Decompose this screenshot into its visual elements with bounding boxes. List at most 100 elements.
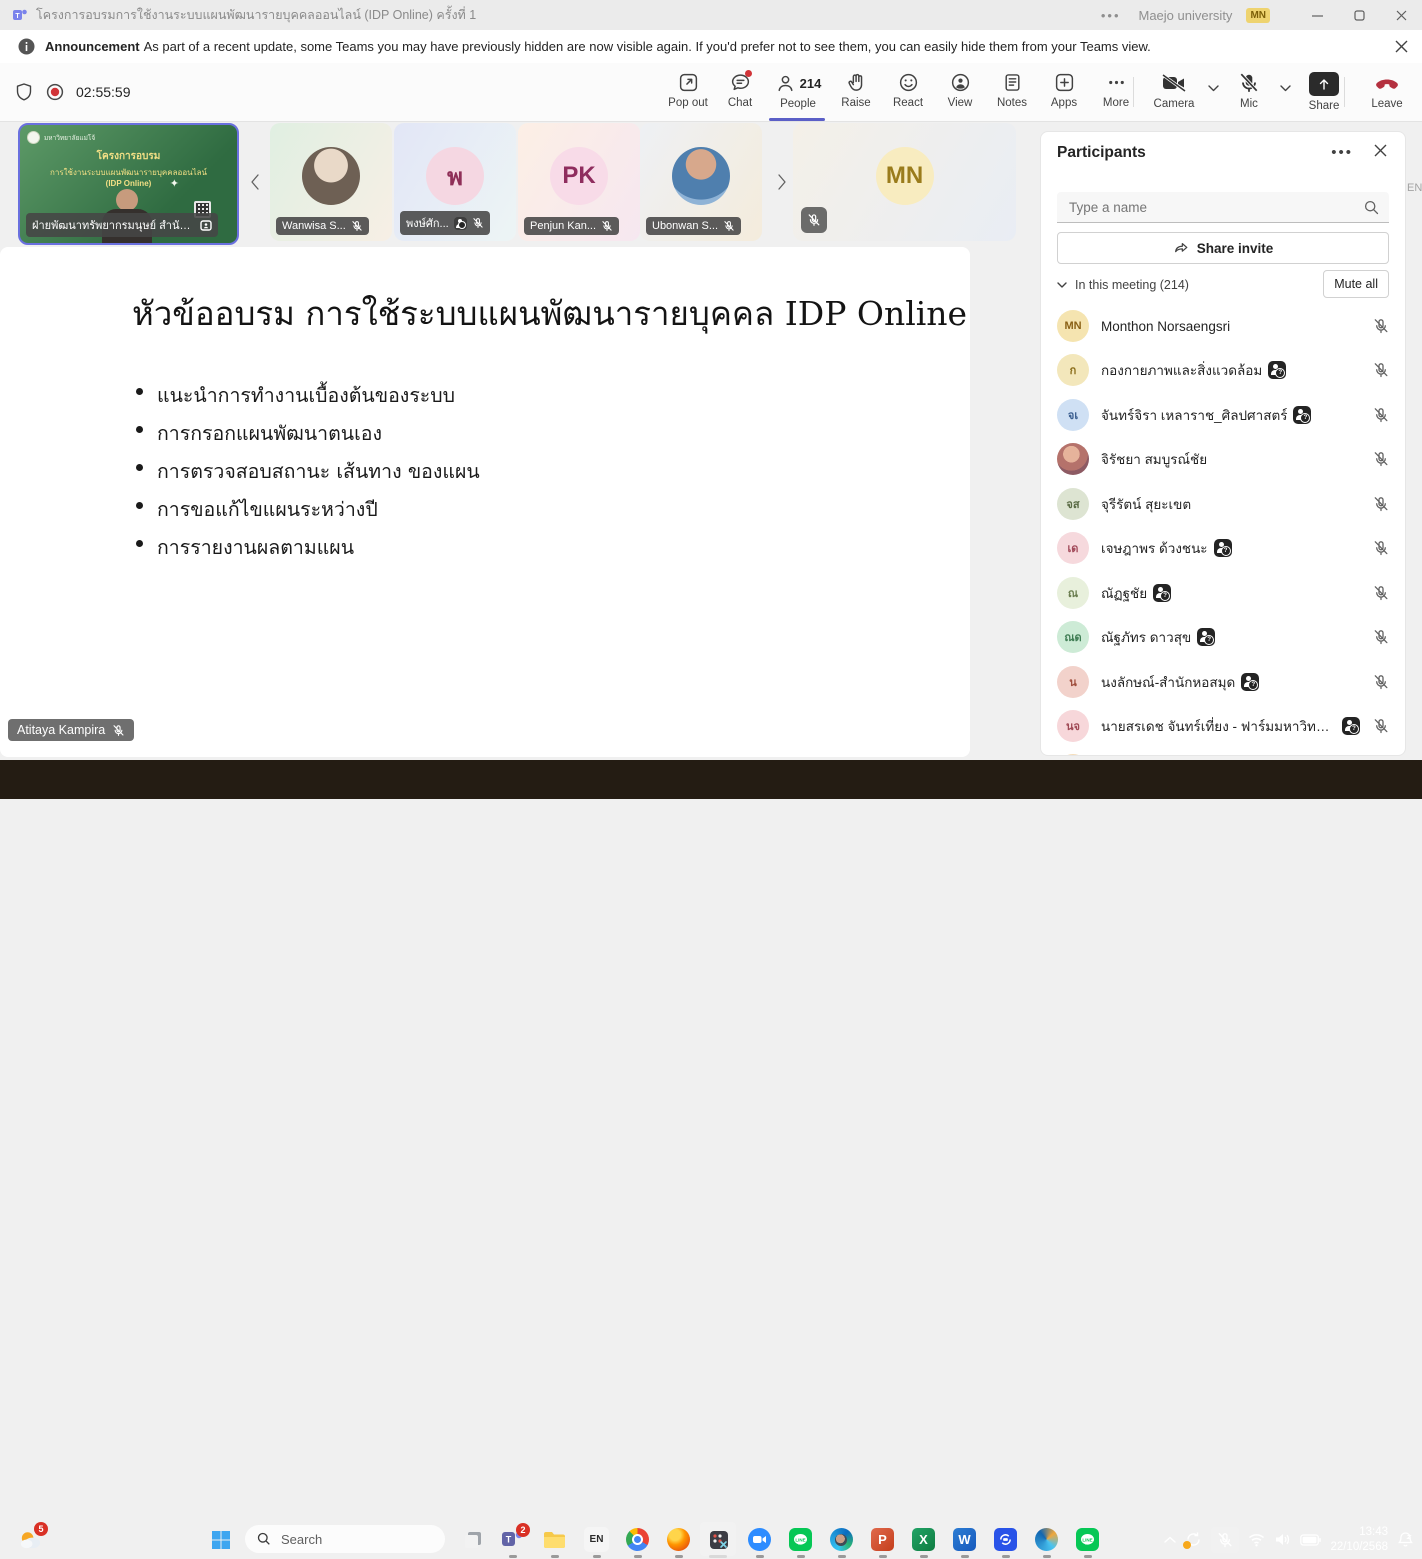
university-name: มหาวิทยาลัยแม่โจ้ xyxy=(44,133,95,143)
avatar-initials: PK xyxy=(550,147,608,205)
popout-icon xyxy=(678,72,699,93)
participant-name: Monthon Norsaengsri xyxy=(1101,319,1230,334)
taskbar-search[interactable] xyxy=(245,1525,445,1553)
chat-button[interactable]: Chat xyxy=(714,63,766,121)
tray-notification-bell-icon[interactable] xyxy=(1397,1531,1414,1548)
more-button[interactable]: More xyxy=(1090,63,1142,121)
unverified-user-icon: ? xyxy=(1214,539,1232,557)
panel-more-icon[interactable]: ••• xyxy=(1331,144,1353,161)
weather-widget-icon[interactable]: 5 xyxy=(18,1527,43,1552)
leave-button[interactable]: Leave xyxy=(1358,63,1416,121)
participant-name: กองกายภาพและสิ่งแวดล้อม xyxy=(1101,359,1262,381)
participant-mic-muted-icon[interactable] xyxy=(1373,407,1389,423)
endnote-app-icon[interactable]: EN xyxy=(584,1527,609,1552)
security-shield-icon[interactable] xyxy=(14,82,34,102)
unverified-user-icon: ? xyxy=(1268,361,1286,379)
running-indicator xyxy=(593,1555,601,1558)
minimize-button[interactable] xyxy=(1296,0,1338,30)
participant-mic-muted-icon[interactable] xyxy=(1373,496,1389,512)
teams-taskbar-icon[interactable]: T 2 xyxy=(500,1527,525,1552)
participant-mic-muted-icon[interactable] xyxy=(1373,540,1389,556)
apps-button[interactable]: Apps xyxy=(1038,63,1090,121)
react-button[interactable]: React xyxy=(882,63,934,121)
edge-icon[interactable] xyxy=(1034,1527,1059,1552)
participant-row[interactable]: ก กองกายภาพและสิ่งแวดล้อม ? xyxy=(1041,348,1406,392)
firefox-icon[interactable] xyxy=(666,1527,691,1552)
participant-mic-muted-icon[interactable] xyxy=(1373,585,1389,601)
task-view-icon[interactable] xyxy=(460,1527,485,1552)
word-icon[interactable]: W xyxy=(952,1527,977,1552)
participant-row[interactable]: MN Monthon Norsaengsri xyxy=(1041,304,1406,348)
snipping-tool-icon[interactable] xyxy=(706,1527,731,1552)
tray-volume-icon[interactable] xyxy=(1274,1532,1291,1547)
in-this-meeting-section[interactable]: In this meeting (214) xyxy=(1057,278,1189,292)
panel-close-icon[interactable] xyxy=(1374,144,1387,157)
avatar-photo xyxy=(302,147,360,205)
video-tile-wanwisa[interactable]: Wanwisa S... xyxy=(270,123,392,241)
remote-sync-app-icon[interactable] xyxy=(993,1527,1018,1552)
tray-wifi-icon[interactable] xyxy=(1248,1533,1265,1547)
share-invite-button[interactable]: Share invite xyxy=(1057,232,1389,264)
filmstrip-prev-icon[interactable] xyxy=(244,168,266,196)
filmstrip-next-icon[interactable] xyxy=(771,168,793,196)
participant-name: เจษฎาพร ด้วงชนะ xyxy=(1101,537,1208,559)
titlebar-overflow-icon[interactable]: ••• xyxy=(1101,8,1121,23)
participant-mic-muted-icon[interactable] xyxy=(1373,362,1389,378)
tray-mic-muted-icon[interactable] xyxy=(1211,1527,1239,1553)
powerpoint-icon[interactable]: P xyxy=(870,1527,895,1552)
participant-row[interactable]: จิรัชยา สมบูรณ์ชัย xyxy=(1041,437,1406,481)
line-app-icon[interactable]: LINE xyxy=(788,1527,813,1552)
slide-bullet: การรายงานผลตามแผน xyxy=(136,532,354,563)
participant-mic-muted-icon[interactable] xyxy=(1373,629,1389,645)
excel-icon[interactable]: X xyxy=(911,1527,936,1552)
self-mic-muted-badge xyxy=(801,207,827,233)
popout-button[interactable]: Pop out xyxy=(662,63,714,121)
participant-row[interactable]: จเ จันทร์จิรา เหลาราช_ศิลปศาสตร์ ? xyxy=(1041,393,1406,437)
participant-mic-muted-icon[interactable] xyxy=(1373,318,1389,334)
view-button[interactable]: View xyxy=(934,63,986,121)
mic-options-chevron-icon[interactable] xyxy=(1274,63,1296,92)
participant-row[interactable]: น นงลักษณ์-สำนักหอสมุด ? xyxy=(1041,660,1406,704)
start-button[interactable] xyxy=(208,1527,233,1552)
panel-title: Participants xyxy=(1057,144,1146,162)
notes-button[interactable]: Notes xyxy=(986,63,1038,121)
maximize-button[interactable] xyxy=(1338,0,1380,30)
participant-name: จิรัชยา สมบูรณ์ชัย xyxy=(1101,448,1207,470)
tray-expand-chevron-icon[interactable] xyxy=(1164,1536,1176,1544)
participant-row[interactable]: จส จุรีรัตน์ สุยะเขต xyxy=(1041,482,1406,526)
participant-row[interactable]: เด เจษฎาพร ด้วงชนะ ? xyxy=(1041,526,1406,570)
people-button[interactable]: 214 People xyxy=(766,63,830,121)
video-tile-penjun[interactable]: PK Penjun Kan... xyxy=(518,123,640,241)
video-tile-self[interactable]: MN xyxy=(793,123,1016,241)
participant-mic-muted-icon[interactable] xyxy=(1373,451,1389,467)
participant-mic-muted-icon[interactable] xyxy=(1373,674,1389,690)
tray-sync-icon[interactable] xyxy=(1185,1531,1202,1548)
tray-clock[interactable]: 13:43 22/10/2568 xyxy=(1330,1525,1388,1555)
participant-row[interactable]: ณ ณัฏฐชัย ? xyxy=(1041,571,1406,615)
participant-mic-muted-icon[interactable] xyxy=(1373,718,1389,734)
zoom-icon[interactable] xyxy=(747,1527,772,1552)
video-tile-presenter[interactable]: มหาวิทยาลัยแม่โจ้ โครงการอบรม การใช้งานร… xyxy=(18,123,239,245)
participant-search[interactable] xyxy=(1057,192,1389,223)
search-icon[interactable] xyxy=(1364,200,1379,215)
running-indicator xyxy=(1084,1555,1092,1558)
video-tile-pongsak[interactable]: พ พงษ์ศัก... xyxy=(394,123,516,241)
raise-hand-button[interactable]: Raise xyxy=(830,63,882,121)
search-input[interactable] xyxy=(1057,200,1364,215)
taskbar-search-input[interactable] xyxy=(279,1531,413,1548)
participant-row[interactable]: นจ นายสรเดช จันทร์เที่ยง - ฟาร์มมหาวิทยา… xyxy=(1041,704,1406,748)
participant-row[interactable]: ณด ณัฐภัทร ดาวสุข ? xyxy=(1041,615,1406,659)
camera-button[interactable]: Camera xyxy=(1146,63,1202,121)
edge-profile-icon[interactable] xyxy=(829,1527,854,1552)
file-explorer-icon[interactable] xyxy=(542,1527,567,1552)
line-app2-icon[interactable]: LINE xyxy=(1075,1527,1100,1552)
mute-all-button[interactable]: Mute all xyxy=(1323,270,1389,298)
close-window-button[interactable] xyxy=(1380,0,1422,30)
tray-battery-icon[interactable] xyxy=(1300,1534,1321,1546)
user-avatar[interactable]: MN xyxy=(1246,8,1270,23)
chrome-icon[interactable] xyxy=(625,1527,650,1552)
announcement-close-icon[interactable] xyxy=(1395,40,1408,53)
camera-options-chevron-icon[interactable] xyxy=(1202,63,1224,92)
mic-button[interactable]: Mic xyxy=(1224,63,1274,121)
video-tile-ubonwan[interactable]: Ubonwan S... xyxy=(640,123,762,241)
